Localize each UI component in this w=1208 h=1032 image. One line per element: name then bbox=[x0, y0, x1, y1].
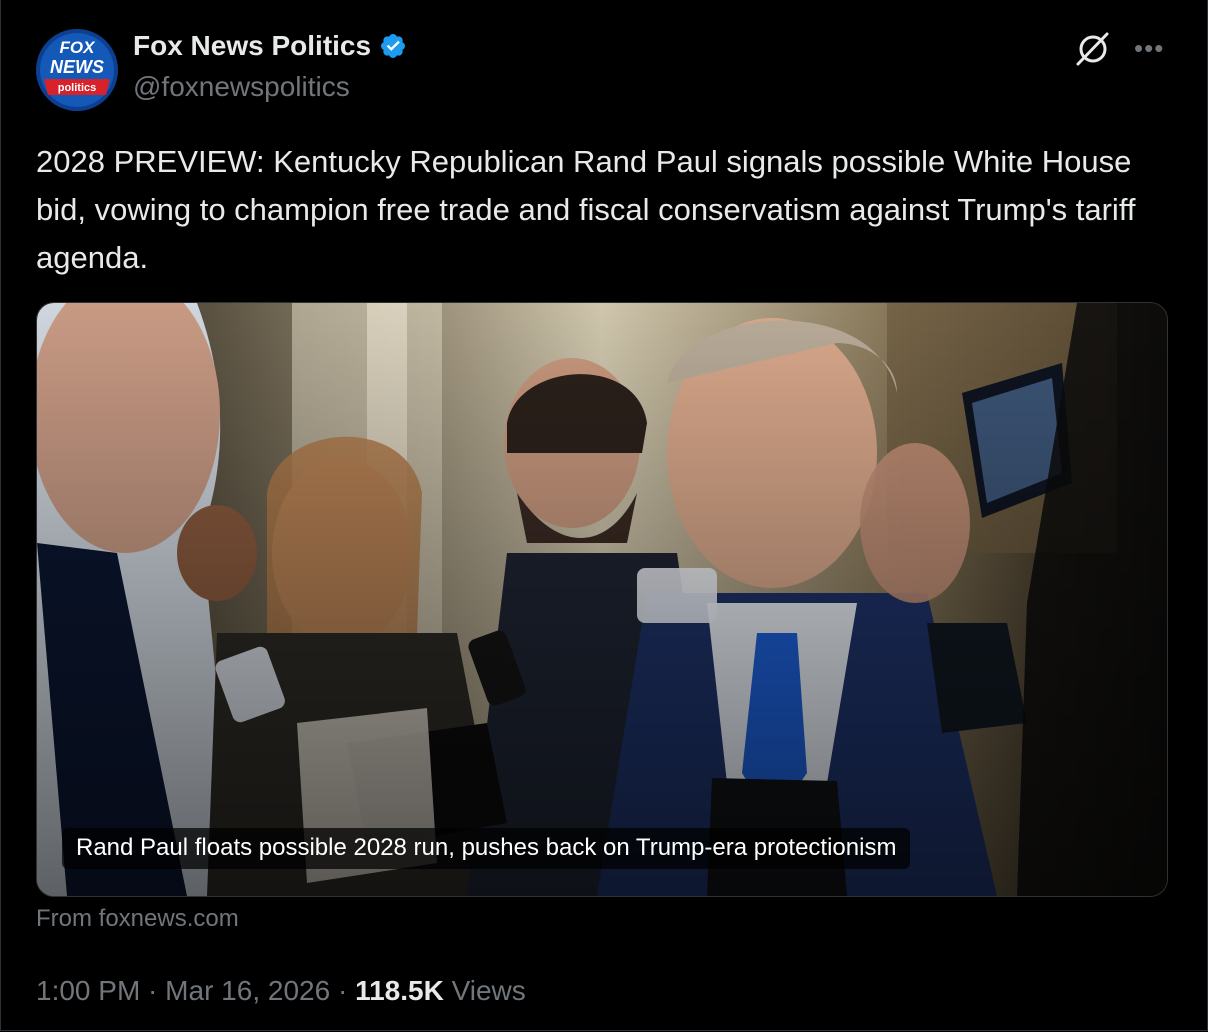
tweet-text: 2028 PREVIEW: Kentucky Republican Rand P… bbox=[36, 144, 1136, 275]
account-name[interactable]: Fox News Politics bbox=[133, 30, 371, 62]
fox-news-logo: FOX NEWS politics bbox=[36, 29, 118, 111]
meta-separator-1: · bbox=[140, 975, 166, 1006]
tweet-date[interactable]: Mar 16, 2026 bbox=[165, 975, 330, 1006]
grok-icon[interactable] bbox=[1073, 29, 1113, 69]
card-source[interactable]: From foxnews.com bbox=[36, 905, 239, 933]
article-photo bbox=[37, 303, 1167, 896]
account-avatar[interactable]: FOX NEWS politics bbox=[36, 29, 118, 111]
card-caption: Rand Paul floats possible 2028 run, push… bbox=[62, 828, 911, 869]
account-name-row[interactable]: Fox News Politics bbox=[133, 30, 407, 62]
views-count: 118.5K bbox=[355, 975, 444, 1006]
tweet-meta: 1:00 PM · Mar 16, 2026 · 118.5K Views bbox=[36, 975, 526, 1007]
verified-badge-icon bbox=[381, 34, 406, 58]
account-handle[interactable]: @foxnewspolitics bbox=[133, 71, 350, 103]
views-label: Views bbox=[451, 975, 526, 1006]
logo-text-mid: NEWS bbox=[50, 57, 104, 77]
meta-separator-2: · bbox=[330, 975, 356, 1006]
logo-text-top: FOX bbox=[60, 38, 97, 57]
more-icon[interactable]: ••• bbox=[1134, 35, 1164, 61]
link-card[interactable]: Rand Paul floats possible 2028 run, push… bbox=[36, 302, 1168, 897]
tweet-time[interactable]: 1:00 PM bbox=[36, 975, 140, 1006]
logo-text-bottom: politics bbox=[58, 82, 97, 94]
